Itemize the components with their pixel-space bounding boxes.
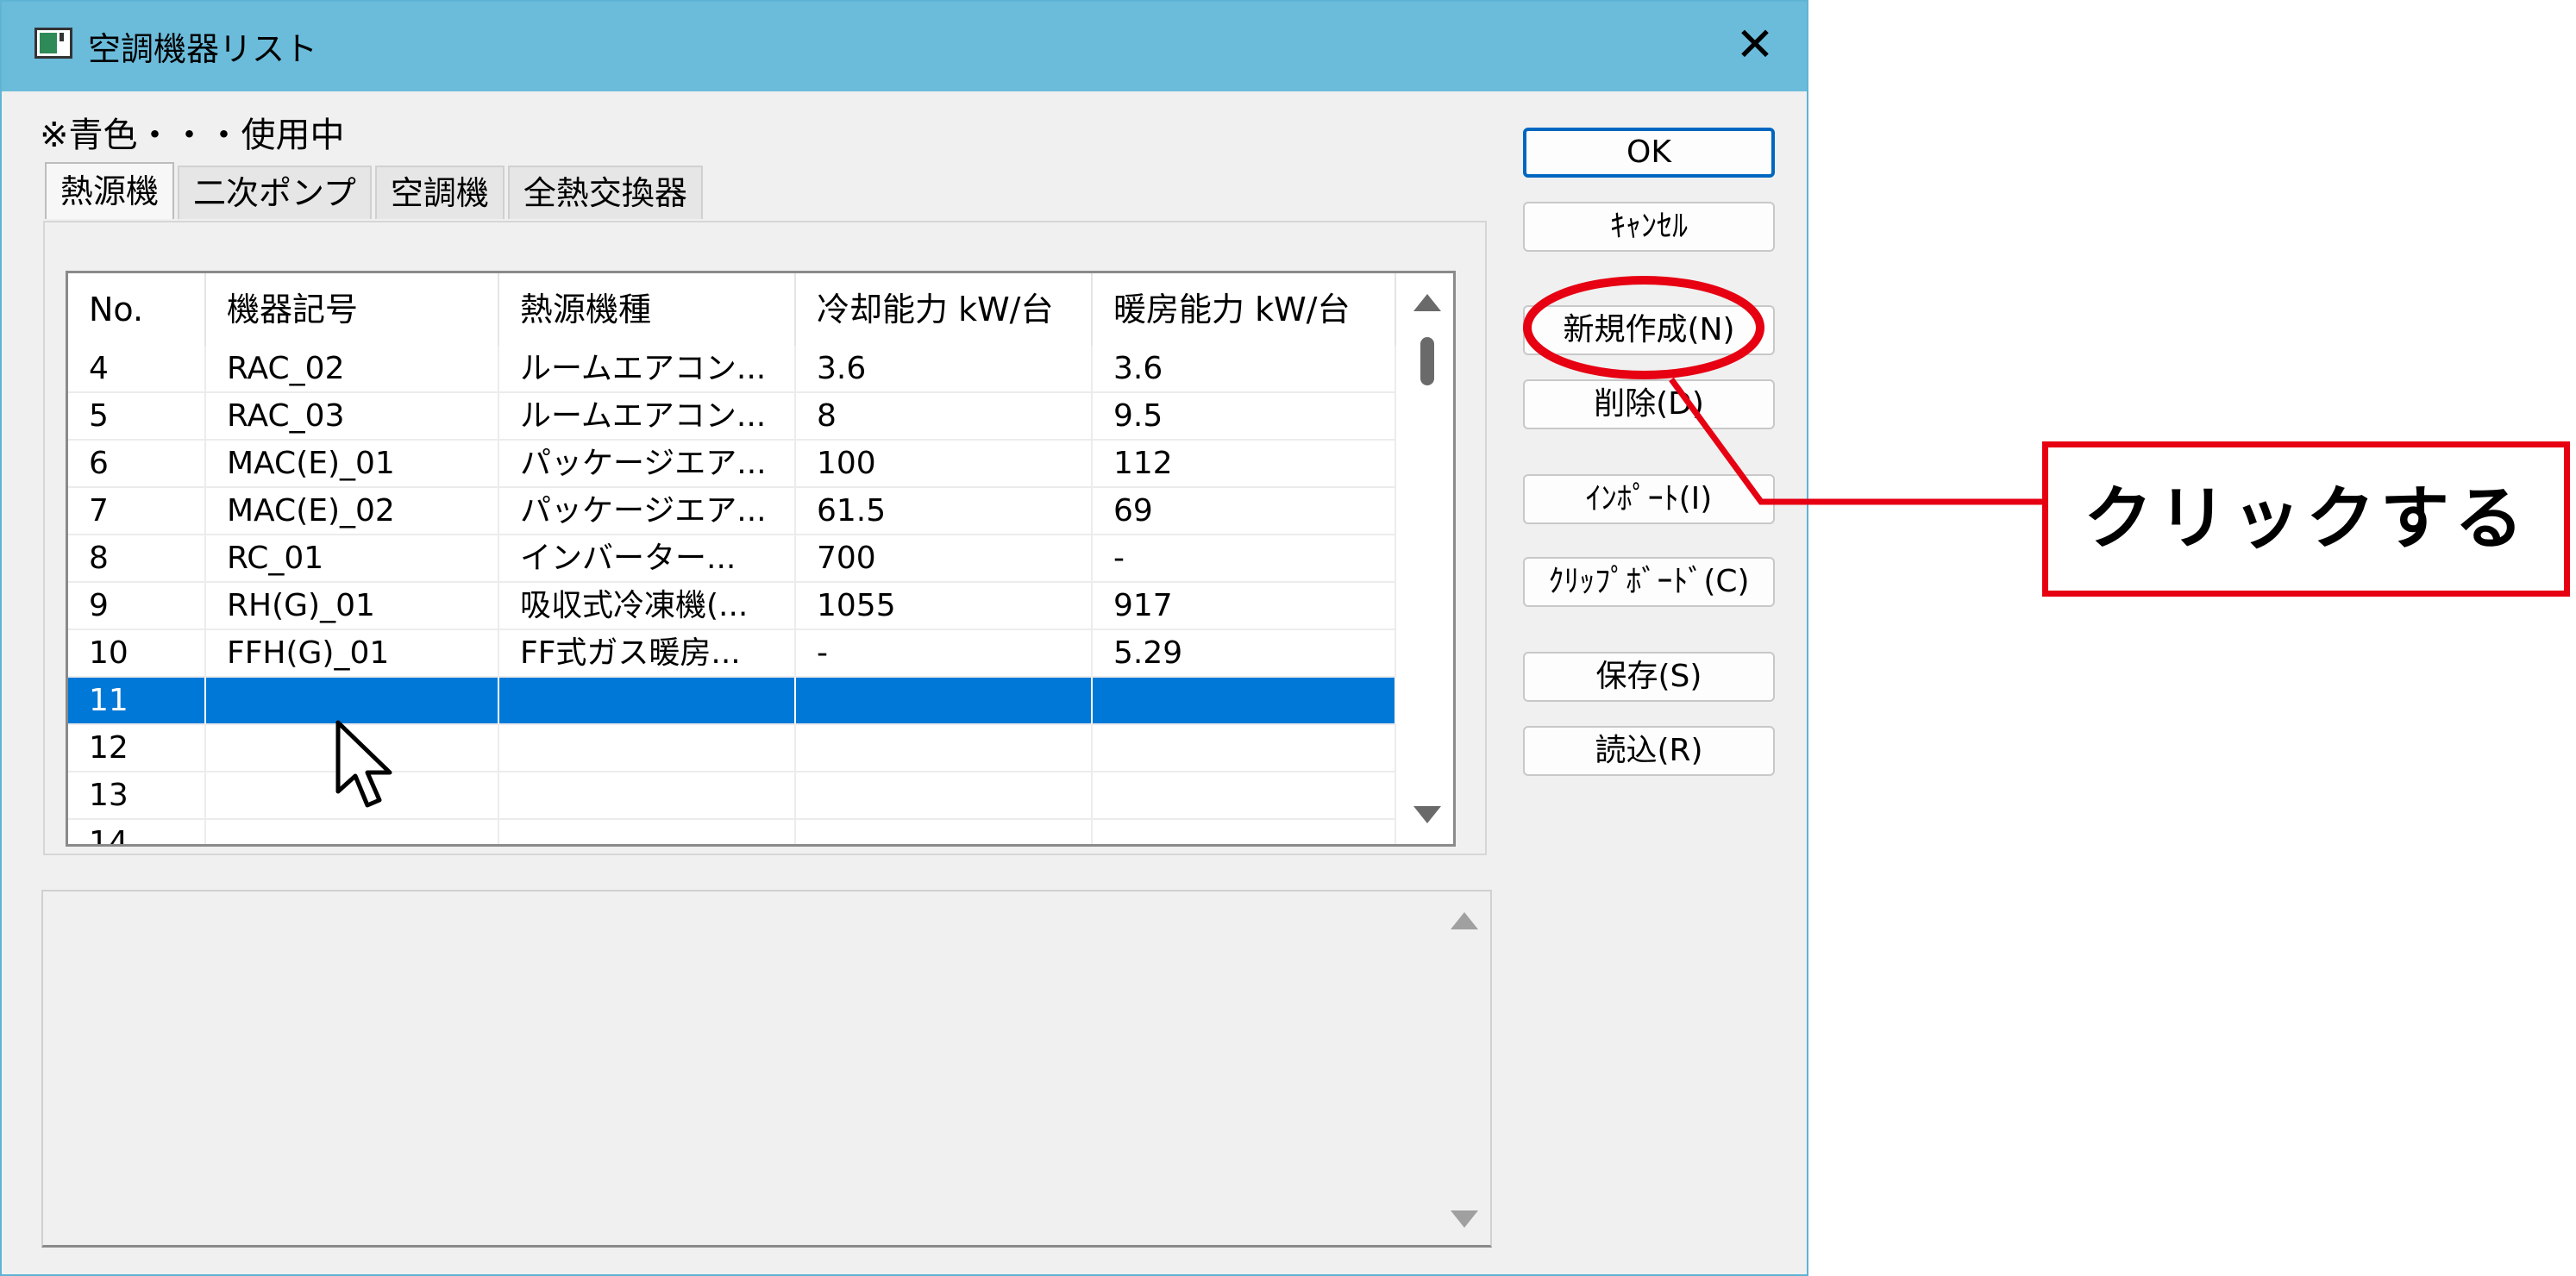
callout-connector-line: [1669, 377, 2042, 505]
annotation-overlay: [1523, 276, 2042, 505]
callout-box: クリックする: [2042, 441, 2570, 597]
highlight-ellipse: [1523, 276, 1764, 379]
